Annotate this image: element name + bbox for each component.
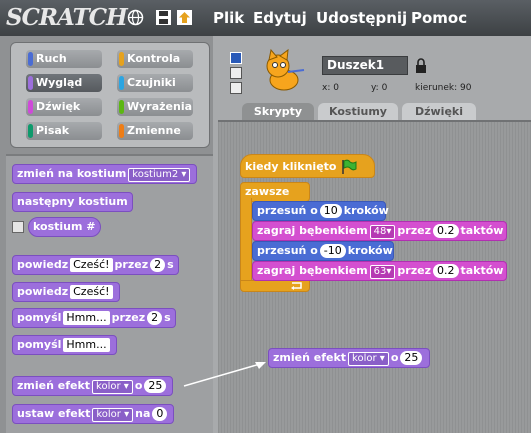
category-motion[interactable]: Ruch (26, 50, 102, 68)
block-next-costume[interactable]: następny kostium (12, 192, 133, 212)
forever-arm (240, 198, 252, 288)
scratch-logo: SCRATCH (6, 4, 128, 31)
block-play-drum-1[interactable]: zagraj bębenkiem 48▾ przez 0.2 taktów (252, 221, 507, 241)
block-move-2[interactable]: przesuń o -10 kroków (252, 241, 394, 261)
tab-sounds[interactable]: Dźwięki (402, 103, 476, 121)
block-costume-number[interactable]: kostium # (28, 217, 101, 237)
block-say[interactable]: powiedz Cześć! (12, 282, 120, 302)
no-rotate-icon[interactable] (230, 82, 242, 94)
share-icon[interactable] (176, 9, 193, 26)
globe-icon[interactable] (127, 9, 144, 26)
category-selector: Ruch Kontrola Wygląd Czujniki Dźwięk Wyr… (10, 42, 210, 148)
tab-costumes[interactable]: Kostiumy (318, 103, 398, 121)
sprite-direction: kierunek: 90 (415, 83, 472, 93)
category-control[interactable]: Kontrola (117, 50, 193, 68)
sprite-y: y: 0 (371, 83, 388, 93)
category-pen[interactable]: Pisak (26, 122, 102, 140)
green-flag-icon (342, 159, 357, 174)
sprite-x: x: 0 (322, 83, 339, 93)
sprite-name-field[interactable]: Duszek1 (322, 56, 408, 75)
block-switch-costume[interactable]: zmień na kostium kostium2 ▾ (12, 164, 198, 184)
menu-edit[interactable]: Edytuj (253, 9, 307, 27)
effect-dropdown[interactable]: kolor ▾ (92, 408, 134, 422)
left-right-icon[interactable] (230, 67, 242, 79)
costume-number-checkbox[interactable] (12, 221, 24, 233)
block-move-1[interactable]: przesuń o 10 kroków (252, 201, 389, 221)
save-icon[interactable] (155, 9, 172, 26)
menu-file[interactable]: Plik (213, 9, 244, 27)
menu-share[interactable]: Udostępnij (316, 9, 407, 27)
tab-scripts[interactable]: Skrypty (242, 103, 314, 121)
block-set-effect[interactable]: ustaw efekt kolor ▾ na 0 (12, 404, 175, 424)
loop-arrow-icon (291, 282, 302, 290)
effect-dropdown[interactable]: kolor ▾ (92, 380, 133, 394)
effect-dropdown[interactable]: kolor ▾ (348, 352, 389, 366)
drag-arrow-icon (183, 362, 266, 387)
sprite-thumbnail-cat-icon (266, 48, 305, 91)
block-think-for[interactable]: pomyśl Hmm... przez 2 s (12, 308, 176, 328)
category-variables[interactable]: Zmienne (117, 122, 193, 140)
drum-dropdown[interactable]: 63▾ (369, 265, 396, 279)
rotate-icon[interactable] (230, 52, 242, 64)
block-when-flag-clicked[interactable]: kiedy kliknięto (240, 154, 375, 178)
costume-dropdown[interactable]: kostium2 ▾ (128, 168, 191, 182)
category-looks[interactable]: Wygląd (26, 74, 102, 92)
category-sound[interactable]: Dźwięk (26, 98, 102, 116)
block-change-effect[interactable]: zmień efekt kolor ▾ o 25 (12, 376, 174, 396)
category-operators[interactable]: Wyrażenia (117, 98, 193, 116)
top-bar: SCRATCH Plik Edytuj Udostępnij Pomoc (0, 0, 531, 36)
category-sensing[interactable]: Czujniki (117, 74, 193, 92)
drum-dropdown[interactable]: 48▾ (369, 225, 396, 239)
block-think[interactable]: pomyśl Hmm... (12, 335, 117, 355)
lock-icon[interactable] (415, 58, 427, 73)
menu-help[interactable]: Pomoc (411, 9, 467, 27)
block-say-for[interactable]: powiedz Cześć! przez 2 s (12, 255, 179, 275)
block-play-drum-2[interactable]: zagraj bębenkiem 63▾ przez 0.2 taktów (252, 261, 507, 281)
block-change-effect-dragged[interactable]: zmień efekt kolor ▾ o 25 (268, 348, 430, 368)
